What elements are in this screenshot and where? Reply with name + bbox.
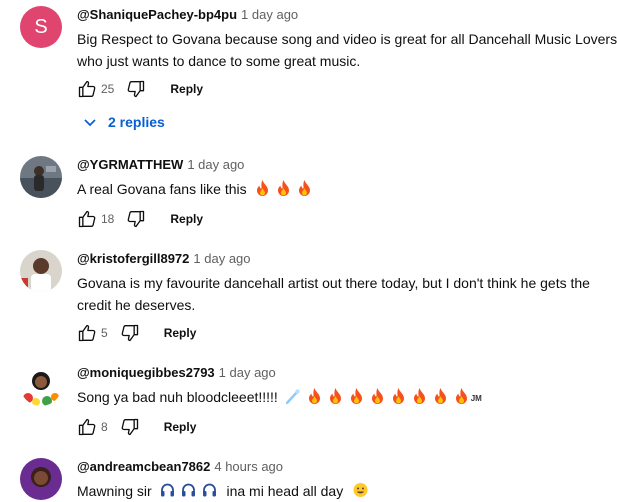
fire-emoji <box>454 388 469 404</box>
comment-header: @kristofergill8972 1 day ago <box>77 250 601 268</box>
fire-emoji <box>255 180 270 196</box>
comment-text: Song ya bad nuh bloodcleeet!!!!! JM <box>77 386 601 410</box>
comment-body: @moniquegibbes2793 1 day ago Song ya bad … <box>77 364 601 410</box>
comment-author[interactable]: @kristofergill8972 <box>77 251 189 266</box>
avatar[interactable]: S <box>20 6 62 48</box>
dislike-icon[interactable] <box>120 417 140 437</box>
comment-author[interactable]: @moniquegibbes2793 <box>77 365 215 380</box>
comment-text: Mawning sir ina mi head all day <box>77 480 601 502</box>
comment-time[interactable]: 1 day ago <box>193 251 250 266</box>
comment-text-content: ina mi head all day <box>226 483 344 499</box>
like-icon[interactable] <box>77 417 97 437</box>
fire-emoji <box>391 388 406 404</box>
reply-button[interactable]: Reply <box>164 326 197 340</box>
reply-button[interactable]: Reply <box>170 82 203 96</box>
dislike-icon[interactable] <box>126 79 146 99</box>
comment-actions: 5 Reply <box>77 322 196 344</box>
comet-emoji <box>285 388 301 404</box>
like-count: 8 <box>101 420 108 434</box>
comment-author[interactable]: @andreamcbean7862 <box>77 459 210 474</box>
avatar[interactable] <box>20 364 62 406</box>
fire-emoji <box>349 388 364 404</box>
comment-header: @andreamcbean7862 4 hours ago <box>77 458 601 476</box>
like-icon[interactable] <box>77 79 97 99</box>
comment-text-content: Song ya bad nuh bloodcleeet!!!!! <box>77 389 278 405</box>
comment-body: @YGRMATTHEW 1 day ago A real Govana fans … <box>77 156 601 200</box>
comment-text-line: Big Respect to Govana because song and v… <box>77 31 617 47</box>
comment-time[interactable]: 4 hours ago <box>214 459 283 474</box>
headphones-emoji <box>181 482 196 498</box>
comment-text-line: credit he deserves. <box>77 297 196 313</box>
headphones-emoji <box>160 482 175 498</box>
fire-emoji <box>328 388 343 404</box>
grinning-face-emoji <box>353 482 368 498</box>
dislike-icon[interactable] <box>126 209 146 229</box>
fire-emoji <box>307 388 322 404</box>
comment-text: Govana is my favourite dancehall artist … <box>77 272 601 316</box>
view-replies-button[interactable]: 2 replies <box>82 112 165 132</box>
like-icon[interactable] <box>77 209 97 229</box>
like-count: 18 <box>101 212 115 226</box>
avatar[interactable] <box>20 458 62 500</box>
comment-header: @YGRMATTHEW 1 day ago <box>77 156 601 174</box>
comment-body: @kristofergill8972 1 day ago Govana is my… <box>77 250 601 316</box>
comment-text-line: Govana is my favourite dancehall artist … <box>77 275 590 291</box>
comment-author[interactable]: @ShaniquePachey-bp4pu <box>77 7 237 22</box>
headphones-emoji <box>202 482 217 498</box>
fire-emoji <box>412 388 427 404</box>
comment-text: A real Govana fans like this <box>77 178 601 200</box>
comment-suffix: JM <box>470 394 482 403</box>
comment-text: Big Respect to Govana because song and v… <box>77 28 617 72</box>
comment-time[interactable]: 1 day ago <box>241 7 298 22</box>
dislike-icon[interactable] <box>120 323 140 343</box>
replies-count-label: 2 replies <box>108 114 165 130</box>
chevron-down-icon <box>82 114 98 130</box>
fire-emoji <box>370 388 385 404</box>
reply-button[interactable]: Reply <box>164 420 197 434</box>
comment-text-content: Mawning sir <box>77 483 152 499</box>
comment-actions: 8 Reply <box>77 416 196 438</box>
fire-emoji <box>433 388 448 404</box>
comment-text-content: A real Govana fans like this <box>77 181 247 197</box>
comment-author[interactable]: @YGRMATTHEW <box>77 157 183 172</box>
comment-text-line: who just wants to dance to some great mu… <box>77 53 361 69</box>
reply-button[interactable]: Reply <box>170 212 203 226</box>
like-count: 25 <box>101 82 115 96</box>
avatar[interactable] <box>20 250 62 292</box>
like-icon[interactable] <box>77 323 97 343</box>
comment-time[interactable]: 1 day ago <box>219 365 276 380</box>
comment-time[interactable]: 1 day ago <box>187 157 244 172</box>
fire-emoji <box>276 180 291 196</box>
comment-actions: 25 Reply <box>77 78 203 100</box>
comment-header: @ShaniquePachey-bp4pu 1 day ago <box>77 6 601 24</box>
fire-emoji <box>297 180 312 196</box>
like-count: 5 <box>101 326 108 340</box>
comment-body: @andreamcbean7862 4 hours ago Mawning sir… <box>77 458 601 502</box>
avatar[interactable] <box>20 156 62 198</box>
comment-actions: 18 Reply <box>77 208 203 230</box>
comment-body: @ShaniquePachey-bp4pu 1 day ago Big Respe… <box>77 6 617 72</box>
comment-header: @moniquegibbes2793 1 day ago <box>77 364 601 382</box>
